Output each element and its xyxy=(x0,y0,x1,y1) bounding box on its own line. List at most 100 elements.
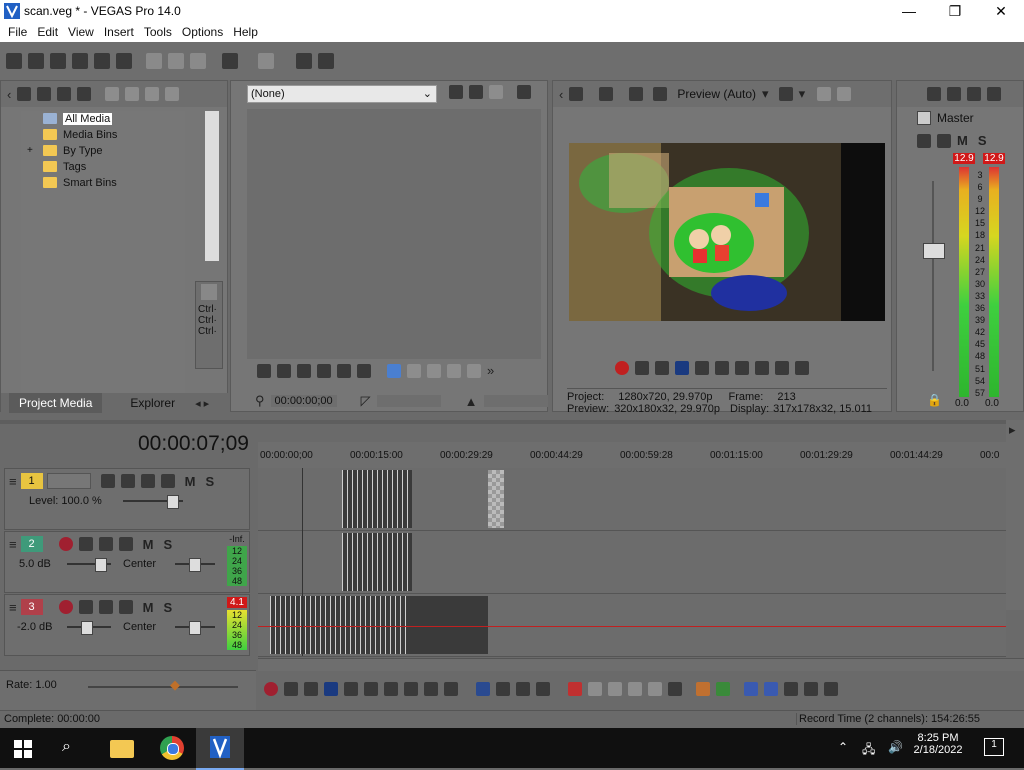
save-snapshot-icon[interactable] xyxy=(837,87,852,101)
timeline-vertical-scrollbar[interactable]: ▸ xyxy=(1006,420,1024,610)
menu-insert[interactable]: Insert xyxy=(104,25,134,39)
capture-video-icon[interactable] xyxy=(37,87,52,101)
auto-crossfade-icon[interactable] xyxy=(764,682,778,696)
import-media-icon[interactable] xyxy=(17,87,32,101)
play-media-icon[interactable] xyxy=(165,87,180,101)
next-frame-icon[interactable] xyxy=(795,361,809,375)
save-as-icon[interactable] xyxy=(72,53,88,69)
insert-fx-icon[interactable] xyxy=(917,133,931,148)
add-to-timeline-icon[interactable] xyxy=(387,363,401,378)
subclip-icon[interactable] xyxy=(467,363,481,378)
preview-properties-gear-icon[interactable] xyxy=(569,87,584,101)
close-button[interactable]: ✕ xyxy=(978,0,1024,22)
notification-center-icon[interactable]: 1 xyxy=(984,738,1004,756)
insert-marker-icon[interactable] xyxy=(696,682,710,696)
record-icon[interactable] xyxy=(264,682,278,696)
redo-icon[interactable] xyxy=(258,53,274,69)
fader-knob[interactable] xyxy=(923,243,945,259)
go-to-start-icon[interactable] xyxy=(384,682,398,696)
web-globe-icon[interactable] xyxy=(77,87,92,101)
media-fx-icon[interactable] xyxy=(469,85,483,99)
docking-splitter[interactable] xyxy=(0,420,1024,424)
external-monitor-icon[interactable] xyxy=(599,87,614,101)
tray-chevron-icon[interactable]: ⌃ xyxy=(838,740,848,754)
audio-event[interactable] xyxy=(342,533,412,591)
loop-icon[interactable] xyxy=(635,361,649,375)
zoom-tool-icon[interactable] xyxy=(536,682,550,696)
track-fx-icon[interactable] xyxy=(78,600,93,614)
play-from-start-icon[interactable] xyxy=(655,361,669,375)
menu-edit[interactable]: Edit xyxy=(37,25,58,39)
go-to-end-icon[interactable] xyxy=(404,682,418,696)
track-lane-2[interactable] xyxy=(258,531,1006,594)
master-properties-gear-icon[interactable] xyxy=(927,87,941,101)
menu-tools[interactable]: Tools xyxy=(144,25,172,39)
stop-icon[interactable] xyxy=(715,361,729,375)
tab-scroll-arrows-icon[interactable]: ◂ ▸ xyxy=(195,397,209,410)
mute-button[interactable]: M xyxy=(185,474,196,489)
track-number[interactable]: 2 xyxy=(20,536,43,552)
envelope-tool-icon[interactable] xyxy=(496,682,510,696)
level-slider[interactable] xyxy=(123,495,183,509)
solo-button[interactable]: S xyxy=(978,133,987,148)
vegas-taskbar-button[interactable] xyxy=(196,728,244,770)
add-after-icon[interactable] xyxy=(427,363,441,378)
volume-slider[interactable] xyxy=(67,621,111,635)
lock-envelopes-icon[interactable] xyxy=(804,682,818,696)
trim-end-icon[interactable] xyxy=(628,682,642,696)
tree-item-media-bins[interactable]: Media Bins xyxy=(21,127,185,143)
snapping-icon[interactable] xyxy=(744,682,758,696)
arm-record-icon[interactable] xyxy=(58,537,73,551)
track-properties-gear-icon[interactable] xyxy=(160,474,175,488)
arm-record-icon[interactable] xyxy=(58,600,73,614)
tab-project-media[interactable]: Project Media xyxy=(9,393,103,413)
render-icon[interactable] xyxy=(94,53,110,69)
previous-frame-icon[interactable] xyxy=(775,361,789,375)
overlays-grid-icon[interactable] xyxy=(778,87,793,101)
properties-gear-icon[interactable] xyxy=(116,53,132,69)
video-event[interactable] xyxy=(342,470,412,528)
pan-slider[interactable] xyxy=(175,621,215,635)
cut-icon[interactable] xyxy=(146,53,162,69)
expand-icon[interactable]: + xyxy=(27,143,33,159)
lock-icon[interactable] xyxy=(668,682,682,696)
next-frame-icon[interactable] xyxy=(444,682,458,696)
menu-view[interactable]: View xyxy=(68,25,94,39)
solo-button[interactable]: S xyxy=(205,474,214,489)
get-media-icon[interactable] xyxy=(57,87,72,101)
solo-button[interactable]: S xyxy=(163,537,172,552)
loop-icon[interactable] xyxy=(284,682,298,696)
chrome-icon[interactable] xyxy=(160,736,184,760)
pause-icon[interactable] xyxy=(317,363,331,378)
copy-icon[interactable] xyxy=(168,53,184,69)
tree-item-tags[interactable]: Tags xyxy=(21,159,185,175)
selection-tool-icon[interactable] xyxy=(516,682,530,696)
remove-media-icon[interactable] xyxy=(105,87,120,101)
play-icon[interactable] xyxy=(675,361,689,375)
enable-snapping-icon[interactable] xyxy=(296,53,312,69)
marker-icon[interactable]: ▸ xyxy=(1009,422,1024,438)
media-fx-icon[interactable] xyxy=(145,87,160,101)
track-minimize-icon[interactable]: ≡ xyxy=(9,474,17,489)
normal-edit-tool-icon[interactable] xyxy=(476,682,490,696)
track-lane-1[interactable] xyxy=(258,468,1006,531)
pause-icon[interactable] xyxy=(344,682,358,696)
bus-properties-icon[interactable] xyxy=(937,133,951,148)
tree-item-smart-bins[interactable]: Smart Bins xyxy=(21,175,185,191)
network-icon[interactable]: 🖧 xyxy=(862,740,875,761)
video-fx-icon[interactable] xyxy=(629,87,644,101)
save-icon[interactable] xyxy=(50,53,66,69)
maximize-button[interactable]: ❐ xyxy=(932,0,978,22)
rate-slider[interactable] xyxy=(88,686,238,688)
play-from-start-icon[interactable] xyxy=(277,363,291,378)
track-number[interactable]: 3 xyxy=(20,599,43,615)
clear-icon[interactable] xyxy=(489,85,503,99)
track-properties-gear-icon[interactable] xyxy=(118,600,133,614)
undo-icon[interactable] xyxy=(222,53,238,69)
track-number[interactable]: 1 xyxy=(20,473,43,489)
spell-abc-icon[interactable] xyxy=(449,85,463,99)
copy-snapshot-icon[interactable] xyxy=(817,87,832,101)
video-event-selected[interactable] xyxy=(488,470,504,528)
input-bus-icon[interactable] xyxy=(98,537,113,551)
insert-region-icon[interactable] xyxy=(716,682,730,696)
